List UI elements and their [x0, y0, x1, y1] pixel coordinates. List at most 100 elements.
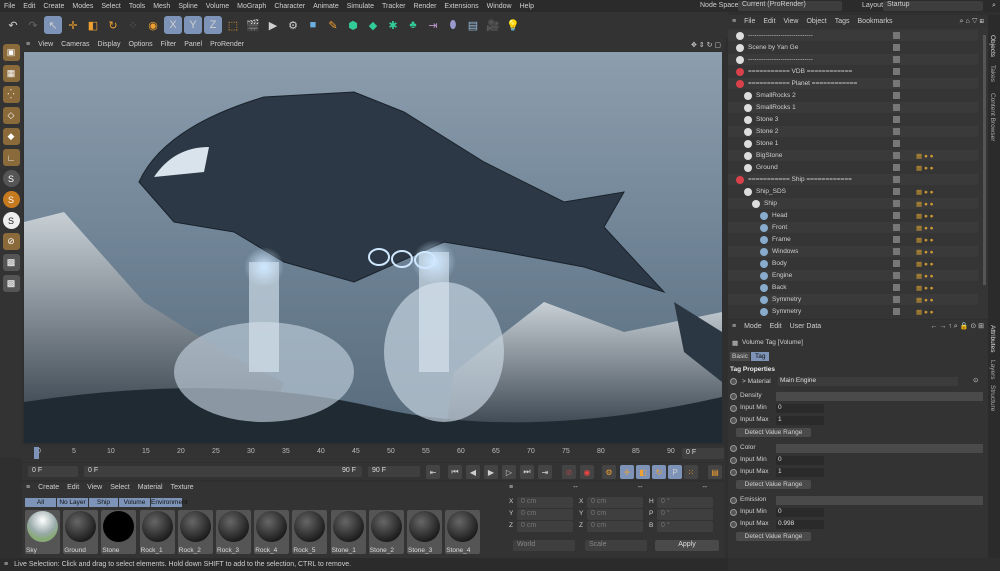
- menu-modes[interactable]: Modes: [68, 3, 97, 10]
- animate-icon[interactable]: [730, 469, 737, 476]
- coord-value-field[interactable]: 0 cm: [517, 521, 573, 532]
- viewport-menu-filter[interactable]: Filter: [157, 41, 181, 48]
- snap-enable-icon[interactable]: S: [2, 191, 20, 208]
- input-min-field[interactable]: 0: [776, 508, 824, 517]
- input-max-field[interactable]: 1: [776, 416, 824, 425]
- coord-value-field[interactable]: 0 °: [657, 521, 713, 532]
- viewport-menu-cameras[interactable]: Cameras: [57, 41, 93, 48]
- key-position-icon[interactable]: ✛: [620, 465, 634, 479]
- volume-icon[interactable]: ⬮: [444, 16, 462, 34]
- animate-icon[interactable]: [730, 521, 737, 528]
- record-keys-icon[interactable]: ⊘: [562, 465, 576, 479]
- object-menu-edit[interactable]: Edit: [763, 18, 775, 25]
- side-tab-structure[interactable]: Structure: [989, 385, 996, 411]
- filter-volume[interactable]: Volume: [119, 498, 150, 507]
- tag-icons[interactable]: ▦ ● ●: [916, 188, 934, 196]
- material-swatch[interactable]: Rock_4: [254, 510, 290, 554]
- apply-button[interactable]: Apply: [655, 540, 719, 551]
- tag-icons[interactable]: ▦ ● ●: [916, 224, 934, 232]
- material-swatch[interactable]: Ground: [63, 510, 99, 554]
- move-tool-icon[interactable]: ✛: [64, 16, 82, 34]
- previous-frame-icon[interactable]: ◀: [466, 465, 480, 479]
- cube-icon[interactable]: ■: [304, 16, 322, 34]
- object-row[interactable]: Stone 1: [728, 138, 978, 149]
- render-view-icon[interactable]: 🎬: [244, 16, 262, 34]
- side-tab-takes[interactable]: Takes: [989, 65, 996, 82]
- 3d-viewport[interactable]: [24, 52, 722, 443]
- next-frame-icon[interactable]: ▷: [502, 465, 516, 479]
- object-row[interactable]: Front ▦ ● ●: [728, 222, 978, 233]
- snap-settings-icon[interactable]: S: [2, 212, 20, 229]
- menu-help[interactable]: Help: [516, 3, 538, 10]
- visibility-toggle[interactable]: [893, 68, 900, 75]
- material-swatch[interactable]: Sky: [25, 510, 60, 554]
- material-swatch[interactable]: Rock_2: [177, 510, 213, 554]
- current-frame-field[interactable]: 0 F: [682, 448, 724, 459]
- animate-icon[interactable]: [730, 445, 737, 452]
- object-row[interactable]: Symmetry ▦ ● ●: [728, 306, 978, 317]
- visibility-toggle[interactable]: [893, 80, 900, 87]
- playhead[interactable]: [34, 447, 39, 459]
- grid-icon[interactable]: ▩: [2, 254, 20, 271]
- object-row[interactable]: Stone 3: [728, 114, 978, 125]
- object-row[interactable]: ------------------------------: [728, 54, 978, 65]
- visibility-toggle[interactable]: [893, 212, 900, 219]
- material-menu-create[interactable]: Create: [38, 484, 59, 491]
- side-tab-content-browser[interactable]: Content Browser: [989, 93, 996, 141]
- preview-range-slider[interactable]: 0 F 90 F: [84, 466, 362, 477]
- material-swatch[interactable]: Stone: [101, 510, 137, 554]
- object-row[interactable]: Ground ▦ ● ●: [728, 162, 978, 173]
- input-max-field[interactable]: 0.998: [776, 520, 824, 529]
- emission-channel-select[interactable]: [776, 496, 983, 505]
- animate-icon[interactable]: [730, 393, 737, 400]
- keyframe-selection-icon[interactable]: ⚙: [602, 465, 616, 479]
- object-menu-tags[interactable]: Tags: [835, 18, 850, 25]
- menu-mesh[interactable]: Mesh: [149, 3, 174, 10]
- menu-tools[interactable]: Tools: [125, 3, 149, 10]
- key-parameter-icon[interactable]: P: [668, 465, 682, 479]
- object-row[interactable]: Stone 2: [728, 126, 978, 137]
- animate-icon[interactable]: [730, 497, 737, 504]
- animate-icon[interactable]: [730, 509, 737, 516]
- viewport-menu-prorender[interactable]: ProRender: [206, 41, 248, 48]
- object-row[interactable]: SmallRocks 1: [728, 102, 978, 113]
- search-icon[interactable]: ⌕: [988, 2, 1000, 10]
- scale-tool-icon[interactable]: ◧: [84, 16, 102, 34]
- side-tab-layers[interactable]: Layers: [989, 360, 996, 380]
- tag-icons[interactable]: ▦ ● ●: [916, 248, 934, 256]
- visibility-toggle[interactable]: [893, 116, 900, 123]
- menu-window[interactable]: Window: [483, 3, 516, 10]
- coordinate-mode-select[interactable]: World: [513, 540, 575, 551]
- tag-icons[interactable]: ▦ ● ●: [916, 236, 934, 244]
- key-rotation-icon[interactable]: ↻: [652, 465, 666, 479]
- material-swatch[interactable]: Stone_4: [445, 510, 481, 554]
- menu-file[interactable]: File: [0, 3, 19, 10]
- edges-mode-icon[interactable]: ◇: [2, 107, 20, 124]
- material-menu-icon[interactable]: ≡: [26, 484, 30, 491]
- animate-icon[interactable]: [730, 405, 737, 412]
- render-settings-icon[interactable]: ⚙: [284, 16, 302, 34]
- object-row[interactable]: ------------------------------: [728, 30, 978, 41]
- object-row[interactable]: Engine ▦ ● ●: [728, 270, 978, 281]
- tab-tag[interactable]: Tag: [751, 352, 770, 361]
- visibility-toggle[interactable]: [893, 284, 900, 291]
- points-mode-icon[interactable]: ⁛: [2, 86, 20, 103]
- side-tab-attributes[interactable]: Attributes: [989, 325, 996, 352]
- coord-value-field[interactable]: 0 cm: [587, 509, 643, 520]
- axis-x-button[interactable]: X: [164, 16, 182, 34]
- redo-icon[interactable]: ↷: [24, 16, 42, 34]
- object-row[interactable]: =========== VDB ============: [728, 66, 978, 77]
- tag-icons[interactable]: ▦ ● ●: [916, 164, 934, 172]
- start-frame-field[interactable]: 0 F: [28, 466, 78, 477]
- model-mode-icon[interactable]: ▣: [2, 44, 20, 61]
- snap-icon[interactable]: ◉: [144, 16, 162, 34]
- menu-render[interactable]: Render: [409, 3, 440, 10]
- filter-ship[interactable]: Ship: [89, 498, 118, 507]
- attribute-nav-icons[interactable]: ← → ↑ ⌕ 🔒 ⊙ ⊞: [930, 322, 988, 331]
- attribute-menu-user-data[interactable]: User Data: [790, 323, 822, 330]
- material-menu-edit[interactable]: Edit: [67, 484, 79, 491]
- tag-icons[interactable]: ▦ ● ●: [916, 296, 934, 304]
- render-picture-viewer-icon[interactable]: ▶: [264, 16, 282, 34]
- object-row[interactable]: Head ▦ ● ●: [728, 210, 978, 221]
- select-tool-icon[interactable]: ↖: [44, 16, 62, 34]
